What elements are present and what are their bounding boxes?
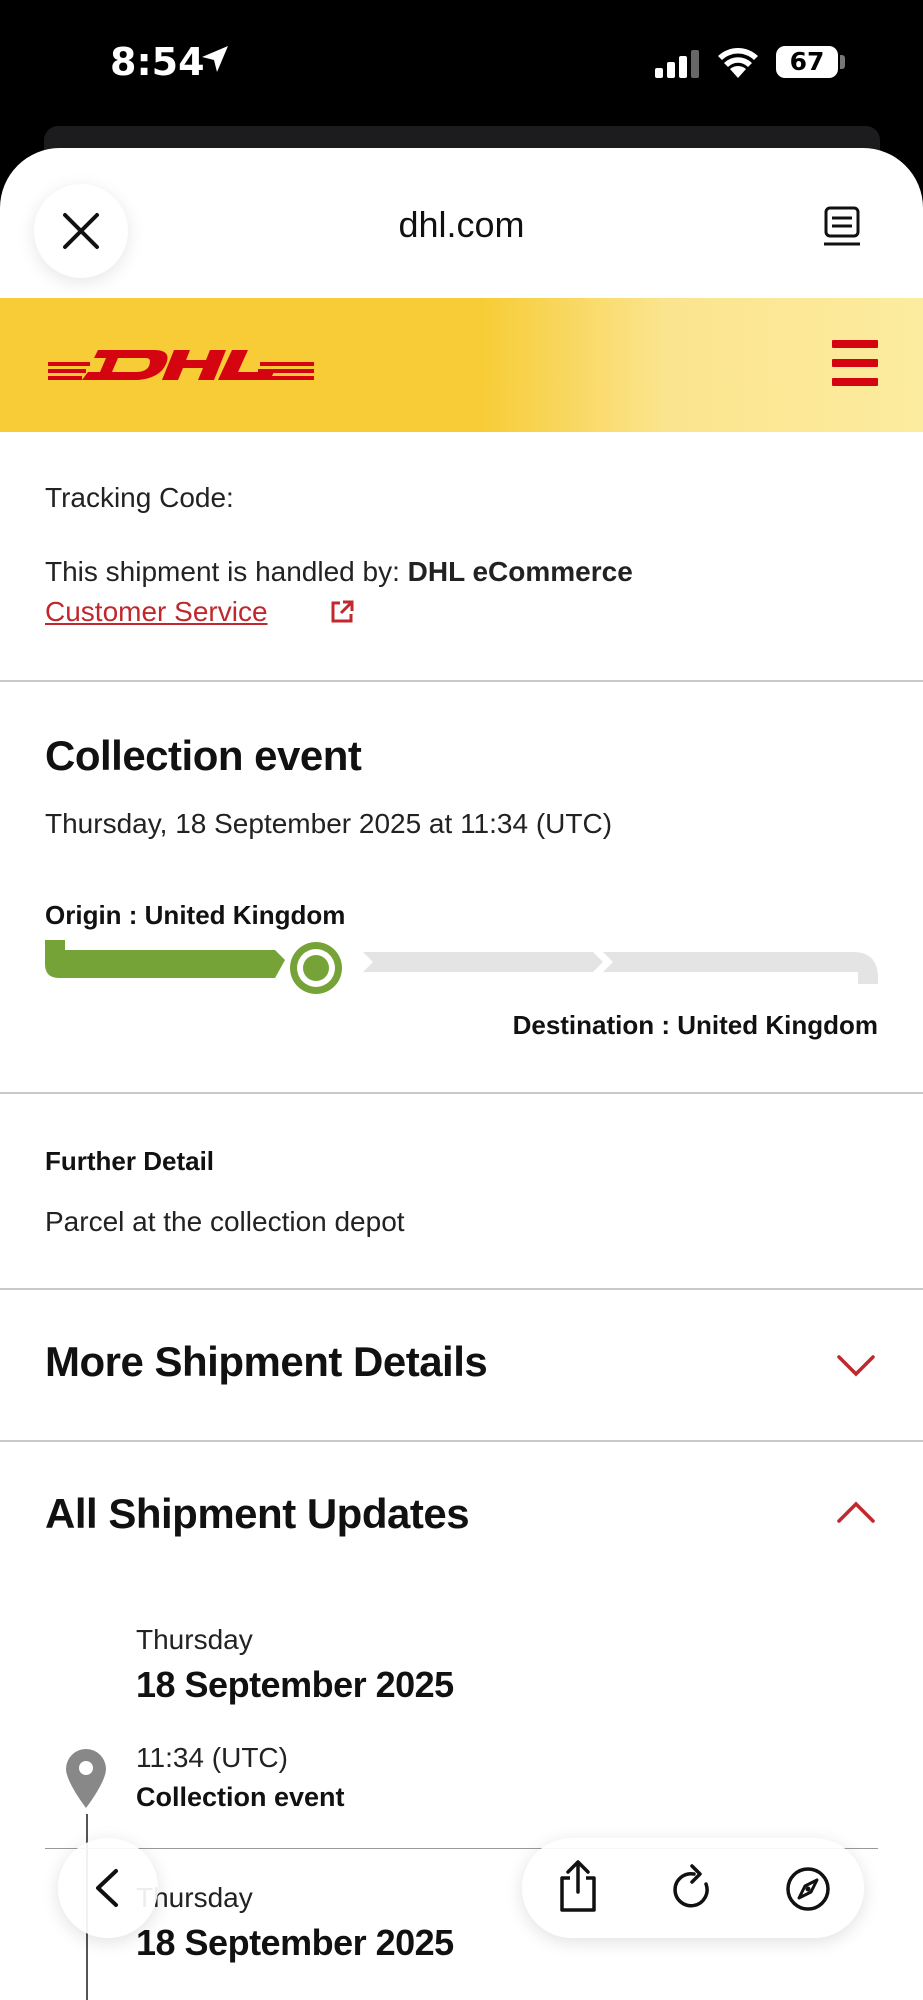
- update-event: Collection event: [136, 1782, 345, 1812]
- update-date: 18 September 2025: [136, 1664, 454, 1705]
- back-icon: [96, 1869, 118, 1907]
- browser-topbar: dhl.com: [0, 148, 923, 298]
- update-date: 18 September 2025: [136, 1922, 454, 1963]
- divider: [0, 1092, 923, 1094]
- status-heading: Collection event: [45, 732, 362, 779]
- location-pin-icon: [66, 1749, 106, 1808]
- external-link-icon: [331, 600, 354, 623]
- customer-service-label[interactable]: Customer Service: [45, 596, 268, 627]
- handled-by-company: DHL eCommerce: [407, 556, 633, 587]
- compass-icon[interactable]: [784, 1865, 832, 1913]
- share-icon[interactable]: [556, 1858, 600, 1914]
- divider: [0, 680, 923, 682]
- reload-icon[interactable]: [668, 1864, 716, 1914]
- more-details-heading: More Shipment Details: [45, 1338, 488, 1385]
- back-button[interactable]: [58, 1838, 158, 1938]
- destination-label: Destination : United Kingdom: [512, 1010, 878, 1040]
- update-day: Thursday: [136, 1624, 253, 1655]
- wifi-icon: [718, 48, 758, 78]
- location-arrow-icon: [202, 46, 228, 72]
- updates-toggle[interactable]: All Shipment Updates: [0, 1442, 923, 1592]
- further-detail-text: Parcel at the collection depot: [45, 1206, 405, 1237]
- updates-heading: All Shipment Updates: [45, 1490, 470, 1537]
- chevron-up-icon[interactable]: [836, 1500, 876, 1524]
- handled-by-line: This shipment is handled by: DHL eCommer…: [45, 556, 633, 588]
- browser-sheet: dhl.com Tracking Code: This shipment is …: [0, 148, 923, 2000]
- status-bar: 8:54 67: [0, 0, 923, 130]
- customer-service-link[interactable]: Customer Service: [45, 596, 354, 628]
- more-details-toggle[interactable]: More Shipment Details: [0, 1290, 923, 1440]
- progress-complete-segment: [45, 940, 285, 978]
- url-domain[interactable]: dhl.com: [0, 204, 923, 246]
- update-time: 11:34 (UTC): [136, 1742, 288, 1773]
- handled-by-prefix: This shipment is handled by:: [45, 556, 408, 587]
- progress-tracker: [45, 940, 878, 994]
- battery-indicator: 67: [776, 46, 838, 78]
- progress-pending-segment: [603, 952, 878, 984]
- dhl-header: [0, 298, 923, 432]
- dhl-logo[interactable]: [48, 336, 314, 392]
- chevron-down-icon[interactable]: [836, 1354, 876, 1378]
- status-time: 8:54: [110, 40, 205, 84]
- browser-toolbar: [522, 1838, 864, 1938]
- battery-nub: [840, 55, 845, 69]
- menu-icon[interactable]: [832, 340, 878, 388]
- tracking-code-label: Tracking Code:: [45, 482, 234, 513]
- status-datetime: Thursday, 18 September 2025 at 11:34 (UT…: [45, 808, 613, 839]
- origin-label: Origin : United Kingdom: [45, 900, 346, 930]
- signal-icon: [655, 50, 699, 78]
- reader-icon[interactable]: [822, 206, 862, 250]
- further-detail-heading: Further Detail: [45, 1146, 215, 1176]
- progress-pending-segment: [363, 952, 603, 972]
